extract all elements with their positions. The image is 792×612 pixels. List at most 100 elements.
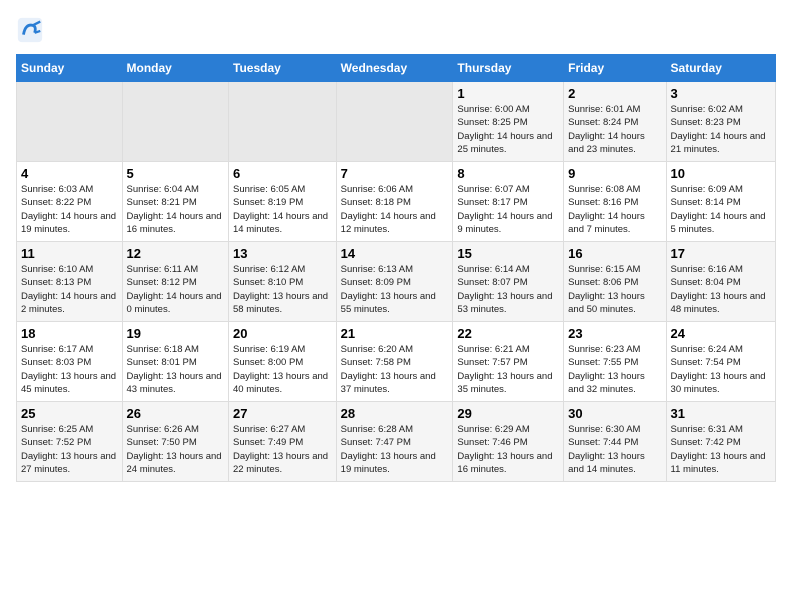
- day-header-thursday: Thursday: [453, 55, 564, 82]
- date-number: 27: [233, 406, 332, 421]
- cell-content: Sunrise: 6:28 AMSunset: 7:47 PMDaylight:…: [341, 423, 449, 476]
- cell-content: Sunrise: 6:10 AMSunset: 8:13 PMDaylight:…: [21, 263, 118, 316]
- calendar-cell: 4 Sunrise: 6:03 AMSunset: 8:22 PMDaylight…: [17, 162, 123, 242]
- date-number: 19: [127, 326, 224, 341]
- calendar-cell: 30 Sunrise: 6:30 AMSunset: 7:44 PMDayligh…: [564, 402, 666, 482]
- calendar-cell: 11Sunrise: 6:10 AMSunset: 8:13 PMDayligh…: [17, 242, 123, 322]
- calendar-cell: 24 Sunrise: 6:24 AMSunset: 7:54 PMDayligh…: [666, 322, 775, 402]
- cell-content: Sunrise: 6:08 AMSunset: 8:16 PMDaylight:…: [568, 183, 661, 236]
- calendar-cell: 29Sunrise: 6:29 AMSunset: 7:46 PMDayligh…: [453, 402, 564, 482]
- calendar-cell: 16 Sunrise: 6:15 AMSunset: 8:06 PMDayligh…: [564, 242, 666, 322]
- calendar-cell: 18 Sunrise: 6:17 AMSunset: 8:03 PMDayligh…: [17, 322, 123, 402]
- date-number: 6: [233, 166, 332, 181]
- logo: [16, 16, 48, 44]
- date-number: 31: [671, 406, 771, 421]
- cell-content: Sunrise: 6:25 AMSunset: 7:52 PMDaylight:…: [21, 423, 118, 476]
- calendar-cell: 15Sunrise: 6:14 AMSunset: 8:07 PMDayligh…: [453, 242, 564, 322]
- date-number: 7: [341, 166, 449, 181]
- calendar-cell: 22 Sunrise: 6:21 AMSunset: 7:57 PMDayligh…: [453, 322, 564, 402]
- cell-content: Sunrise: 6:14 AMSunset: 8:07 PMDaylight:…: [457, 263, 559, 316]
- cell-content: Sunrise: 6:20 AMSunset: 7:58 PMDaylight:…: [341, 343, 449, 396]
- cell-content: Sunrise: 6:07 AMSunset: 8:17 PMDaylight:…: [457, 183, 559, 236]
- calendar-cell: 20 Sunrise: 6:19 AMSunset: 8:00 PMDayligh…: [229, 322, 337, 402]
- cell-content: Sunrise: 6:03 AMSunset: 8:22 PMDaylight:…: [21, 183, 118, 236]
- calendar-table: SundayMondayTuesdayWednesdayThursdayFrid…: [16, 54, 776, 482]
- calendar-cell: 8Sunrise: 6:07 AMSunset: 8:17 PMDaylight…: [453, 162, 564, 242]
- cell-content: Sunrise: 6:29 AMSunset: 7:46 PMDaylight:…: [457, 423, 559, 476]
- calendar-cell: 2 Sunrise: 6:01 AMSunset: 8:24 PMDaylight…: [564, 82, 666, 162]
- header-row: SundayMondayTuesdayWednesdayThursdayFrid…: [17, 55, 776, 82]
- cell-content: Sunrise: 6:18 AMSunset: 8:01 PMDaylight:…: [127, 343, 224, 396]
- calendar-cell: 19 Sunrise: 6:18 AMSunset: 8:01 PMDayligh…: [122, 322, 228, 402]
- date-number: 2: [568, 86, 661, 101]
- date-number: 22: [457, 326, 559, 341]
- calendar-cell: 23Sunrise: 6:23 AMSunset: 7:55 PMDayligh…: [564, 322, 666, 402]
- calendar-cell: [229, 82, 337, 162]
- logo-icon: [16, 16, 44, 44]
- calendar-cell: 26 Sunrise: 6:26 AMSunset: 7:50 PMDayligh…: [122, 402, 228, 482]
- date-number: 3: [671, 86, 771, 101]
- cell-content: Sunrise: 6:19 AMSunset: 8:00 PMDaylight:…: [233, 343, 332, 396]
- calendar-cell: 21 Sunrise: 6:20 AMSunset: 7:58 PMDayligh…: [336, 322, 453, 402]
- cell-content: Sunrise: 6:06 AMSunset: 8:18 PMDaylight:…: [341, 183, 449, 236]
- calendar-cell: 27 Sunrise: 6:27 AMSunset: 7:49 PMDayligh…: [229, 402, 337, 482]
- date-number: 5: [127, 166, 224, 181]
- calendar-cell: 6 Sunrise: 6:05 AMSunset: 8:19 PMDaylight…: [229, 162, 337, 242]
- calendar-cell: 3 Sunrise: 6:02 AMSunset: 8:23 PMDaylight…: [666, 82, 775, 162]
- date-number: 20: [233, 326, 332, 341]
- date-number: 10: [671, 166, 771, 181]
- day-header-wednesday: Wednesday: [336, 55, 453, 82]
- date-number: 16: [568, 246, 661, 261]
- page-header: [16, 16, 776, 44]
- cell-content: Sunrise: 6:26 AMSunset: 7:50 PMDaylight:…: [127, 423, 224, 476]
- calendar-cell: [17, 82, 123, 162]
- date-number: 26: [127, 406, 224, 421]
- calendar-cell: 12 Sunrise: 6:11 AMSunset: 8:12 PMDayligh…: [122, 242, 228, 322]
- week-row-1: 1Sunrise: 6:00 AMSunset: 8:25 PMDaylight…: [17, 82, 776, 162]
- date-number: 25: [21, 406, 118, 421]
- day-header-friday: Friday: [564, 55, 666, 82]
- cell-content: Sunrise: 6:11 AMSunset: 8:12 PMDaylight:…: [127, 263, 224, 316]
- calendar-cell: 17 Sunrise: 6:16 AMSunset: 8:04 PMDayligh…: [666, 242, 775, 322]
- cell-content: Sunrise: 6:21 AMSunset: 7:57 PMDaylight:…: [457, 343, 559, 396]
- calendar-cell: 10 Sunrise: 6:09 AMSunset: 8:14 PMDayligh…: [666, 162, 775, 242]
- calendar-cell: 31Sunrise: 6:31 AMSunset: 7:42 PMDayligh…: [666, 402, 775, 482]
- cell-content: Sunrise: 6:27 AMSunset: 7:49 PMDaylight:…: [233, 423, 332, 476]
- date-number: 30: [568, 406, 661, 421]
- date-number: 18: [21, 326, 118, 341]
- week-row-5: 25 Sunrise: 6:25 AMSunset: 7:52 PMDayligh…: [17, 402, 776, 482]
- calendar-cell: 13Sunrise: 6:12 AMSunset: 8:10 PMDayligh…: [229, 242, 337, 322]
- day-header-saturday: Saturday: [666, 55, 775, 82]
- cell-content: Sunrise: 6:17 AMSunset: 8:03 PMDaylight:…: [21, 343, 118, 396]
- calendar-cell: 25 Sunrise: 6:25 AMSunset: 7:52 PMDayligh…: [17, 402, 123, 482]
- cell-content: Sunrise: 6:04 AMSunset: 8:21 PMDaylight:…: [127, 183, 224, 236]
- cell-content: Sunrise: 6:01 AMSunset: 8:24 PMDaylight:…: [568, 103, 661, 156]
- cell-content: Sunrise: 6:30 AMSunset: 7:44 PMDaylight:…: [568, 423, 661, 476]
- date-number: 24: [671, 326, 771, 341]
- day-header-tuesday: Tuesday: [229, 55, 337, 82]
- date-number: 12: [127, 246, 224, 261]
- cell-content: Sunrise: 6:12 AMSunset: 8:10 PMDaylight:…: [233, 263, 332, 316]
- cell-content: Sunrise: 6:05 AMSunset: 8:19 PMDaylight:…: [233, 183, 332, 236]
- cell-content: Sunrise: 6:15 AMSunset: 8:06 PMDaylight:…: [568, 263, 661, 316]
- calendar-cell: 5 Sunrise: 6:04 AMSunset: 8:21 PMDaylight…: [122, 162, 228, 242]
- calendar-cell: 1Sunrise: 6:00 AMSunset: 8:25 PMDaylight…: [453, 82, 564, 162]
- week-row-4: 18 Sunrise: 6:17 AMSunset: 8:03 PMDayligh…: [17, 322, 776, 402]
- cell-content: Sunrise: 6:24 AMSunset: 7:54 PMDaylight:…: [671, 343, 771, 396]
- date-number: 17: [671, 246, 771, 261]
- cell-content: Sunrise: 6:16 AMSunset: 8:04 PMDaylight:…: [671, 263, 771, 316]
- date-number: 28: [341, 406, 449, 421]
- week-row-2: 4 Sunrise: 6:03 AMSunset: 8:22 PMDaylight…: [17, 162, 776, 242]
- calendar-cell: 28 Sunrise: 6:28 AMSunset: 7:47 PMDayligh…: [336, 402, 453, 482]
- date-number: 1: [457, 86, 559, 101]
- calendar-cell: [336, 82, 453, 162]
- date-number: 4: [21, 166, 118, 181]
- cell-content: Sunrise: 6:23 AMSunset: 7:55 PMDaylight:…: [568, 343, 661, 396]
- cell-content: Sunrise: 6:09 AMSunset: 8:14 PMDaylight:…: [671, 183, 771, 236]
- date-number: 21: [341, 326, 449, 341]
- calendar-cell: 14 Sunrise: 6:13 AMSunset: 8:09 PMDayligh…: [336, 242, 453, 322]
- cell-content: Sunrise: 6:02 AMSunset: 8:23 PMDaylight:…: [671, 103, 771, 156]
- date-number: 14: [341, 246, 449, 261]
- calendar-cell: [122, 82, 228, 162]
- cell-content: Sunrise: 6:13 AMSunset: 8:09 PMDaylight:…: [341, 263, 449, 316]
